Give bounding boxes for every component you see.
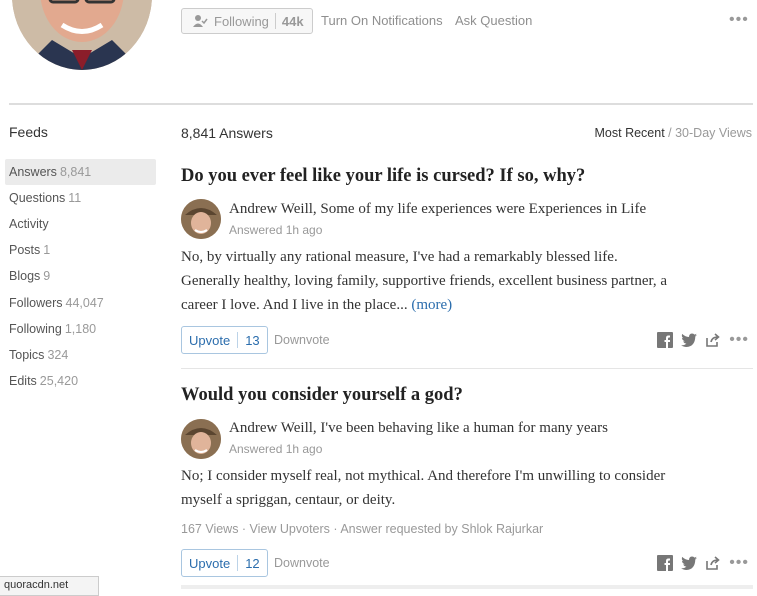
more-options-icon[interactable]: ••• bbox=[729, 11, 749, 29]
header-divider bbox=[9, 103, 753, 105]
sidebar-item-followers[interactable]: Followers 44,047 bbox=[5, 290, 156, 316]
facebook-icon[interactable] bbox=[657, 332, 674, 348]
status-bar: quoracdn.net bbox=[0, 576, 99, 596]
answered-time[interactable]: Answered 1h ago bbox=[229, 442, 322, 456]
sidebar-item-questions[interactable]: Questions 11 bbox=[5, 185, 156, 211]
question-title[interactable]: Would you consider yourself a god? bbox=[181, 385, 463, 406]
answered-time[interactable]: Answered 1h ago bbox=[229, 223, 322, 237]
profile-avatar[interactable] bbox=[12, 0, 152, 70]
facebook-icon[interactable] bbox=[657, 555, 674, 571]
answer-body[interactable]: No; I consider myself real, not mythical… bbox=[181, 464, 756, 512]
sort-most-recent[interactable]: Most Recent bbox=[595, 126, 665, 140]
more-options-icon[interactable]: ••• bbox=[729, 554, 749, 572]
answer-divider bbox=[181, 585, 753, 589]
share-icon[interactable] bbox=[705, 555, 721, 571]
upvote-count: 12 bbox=[245, 555, 260, 571]
sidebar-item-answers[interactable]: Answers 8,841 bbox=[5, 159, 156, 185]
upvote-button[interactable]: Upvote 12 bbox=[181, 549, 268, 577]
sort-30-day-views[interactable]: 30-Day Views bbox=[675, 126, 752, 140]
answer-divider bbox=[181, 368, 753, 369]
sort-options: Most Recent / 30-Day Views bbox=[594, 126, 752, 140]
downvote-button[interactable]: Downvote bbox=[274, 556, 330, 570]
answers-count: 8,841 Answers bbox=[181, 125, 273, 141]
author-credential[interactable]: Andrew Weill, Some of my life experience… bbox=[229, 201, 646, 218]
feeds-title: Feeds bbox=[9, 124, 48, 140]
more-options-icon[interactable]: ••• bbox=[729, 331, 749, 349]
twitter-icon[interactable] bbox=[681, 556, 698, 570]
author-avatar[interactable] bbox=[181, 199, 221, 239]
follower-count: 44k bbox=[281, 13, 304, 29]
sidebar-item-blogs[interactable]: Blogs 9 bbox=[5, 263, 156, 289]
twitter-icon[interactable] bbox=[681, 333, 698, 347]
sidebar-item-following[interactable]: Following 1,180 bbox=[5, 316, 156, 342]
answer-body[interactable]: No, by virtually any rational measure, I… bbox=[181, 245, 756, 317]
following-button[interactable]: Following 44k bbox=[181, 8, 313, 34]
answer-meta[interactable]: 167 Views · View Upvoters · Answer reque… bbox=[181, 522, 543, 536]
ask-question-link[interactable]: Ask Question bbox=[455, 13, 532, 28]
share-actions: ••• bbox=[657, 331, 749, 349]
user-check-icon bbox=[192, 14, 208, 28]
author-avatar[interactable] bbox=[181, 419, 221, 459]
sidebar-item-edits[interactable]: Edits 25,420 bbox=[5, 368, 156, 394]
turn-on-notifications-link[interactable]: Turn On Notifications bbox=[321, 13, 443, 28]
share-actions: ••• bbox=[657, 554, 749, 572]
upvote-button[interactable]: Upvote 13 bbox=[181, 326, 268, 354]
sidebar-item-activity[interactable]: Activity bbox=[5, 211, 156, 237]
author-credential[interactable]: Andrew Weill, I've been behaving like a … bbox=[229, 420, 608, 437]
more-link[interactable]: (more) bbox=[411, 297, 452, 313]
question-title[interactable]: Do you ever feel like your life is curse… bbox=[181, 166, 585, 187]
following-label: Following bbox=[214, 13, 269, 29]
downvote-button[interactable]: Downvote bbox=[274, 333, 330, 347]
upvote-count: 13 bbox=[245, 332, 260, 348]
share-icon[interactable] bbox=[705, 332, 721, 348]
sidebar-item-posts[interactable]: Posts 1 bbox=[5, 237, 156, 263]
divider bbox=[274, 13, 276, 29]
sidebar-item-topics[interactable]: Topics 324 bbox=[5, 342, 156, 368]
